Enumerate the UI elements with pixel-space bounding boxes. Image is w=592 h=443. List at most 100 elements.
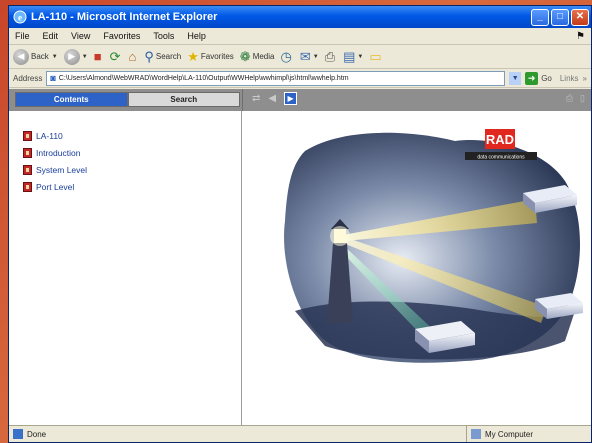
menu-tools[interactable]: Tools (153, 31, 174, 41)
mail-button[interactable]: ✉ ▼ (300, 49, 319, 65)
home-button[interactable]: ⌂ (128, 49, 138, 64)
show-navigation-icon[interactable]: ⇄ (252, 93, 260, 104)
refresh-button[interactable]: ⟳ (110, 49, 123, 65)
print-topic-icon[interactable]: ⎙ (566, 93, 573, 104)
help-nav: ⇄ ◀ ▶ (252, 92, 305, 105)
status-text: Done (27, 429, 47, 439)
address-url: C:\Users\Almond\WebWRAD\WordHelp\LA-110\… (58, 74, 349, 82)
window-title: LA-110 - Microsoft Internet Explorer (31, 11, 218, 23)
links-label[interactable]: Links (560, 74, 579, 83)
next-topic-icon[interactable]: ▶ (284, 92, 298, 105)
history-icon: ◷ (280, 48, 292, 64)
browser-content: Contents Search ⇄ ◀ ▶ ⎙ ▯ LA-110 Introdu… (9, 89, 591, 425)
ie-app-icon: e (13, 10, 27, 24)
rad-logo: RAD (486, 132, 514, 147)
edit-dropdown-icon[interactable]: ▼ (357, 54, 363, 60)
windows-flag-icon: ⚑ (576, 30, 585, 42)
back-label: Back (31, 52, 49, 61)
previous-topic-icon[interactable]: ◀ (268, 93, 276, 104)
address-bar: Address ◙ C:\Users\Almond\WebWRAD\WordHe… (9, 69, 591, 88)
address-input[interactable]: ◙ C:\Users\Almond\WebWRAD\WordHelp\LA-11… (46, 70, 506, 86)
help-tabs: Contents Search (15, 92, 240, 107)
status-zone: My Computer (466, 426, 591, 442)
folder-button[interactable]: ▭ (369, 49, 383, 65)
rad-tagline: data communications (477, 155, 525, 161)
edit-button[interactable]: ▤ ▼ (343, 49, 363, 65)
status-done: Done (9, 429, 466, 439)
stop-button[interactable]: ■ (94, 49, 104, 64)
go-button[interactable]: ➜ Go (525, 71, 552, 85)
close-button[interactable]: ✕ (571, 8, 589, 26)
book-icon (23, 181, 32, 192)
home-icon: ⌂ (128, 49, 137, 64)
pane-divider[interactable] (242, 89, 243, 111)
contents-pane: LA-110 Introduction System Level Port Le… (9, 111, 242, 425)
media-button[interactable]: ❁ Media (240, 49, 275, 65)
toc-item-port-level[interactable]: Port Level (23, 178, 241, 195)
favorites-button[interactable]: ★ Favorites (187, 49, 234, 65)
toc-label: Introduction (36, 147, 81, 158)
address-dropdown-icon[interactable]: ▼ (509, 71, 522, 85)
media-label: Media (252, 52, 275, 61)
book-icon (23, 147, 32, 158)
stop-icon: ■ (93, 49, 102, 64)
lighthouse-illustration: RAD data communications (284, 129, 583, 363)
standard-toolbar: ◀ Back ▼ ▶ ▼ ■ ⟳ ⌂ ⚲ Search ★ Favorites … (9, 45, 591, 69)
mail-dropdown-icon[interactable]: ▼ (313, 54, 319, 60)
toc-item-system-level[interactable]: System Level (23, 161, 241, 178)
zone-text: My Computer (485, 429, 534, 439)
back-dropdown-icon[interactable]: ▼ (52, 54, 58, 60)
go-label: Go (541, 73, 552, 83)
menu-favorites[interactable]: Favorites (103, 31, 140, 41)
toc-item-la-110[interactable]: LA-110 (23, 127, 241, 144)
maximize-button[interactable]: □ (551, 8, 569, 26)
ie-window: e LA-110 - Microsoft Internet Explorer _… (8, 5, 592, 443)
favorites-label: Favorites (200, 52, 234, 61)
star-icon: ★ (187, 48, 199, 64)
tab-contents[interactable]: Contents (15, 92, 128, 107)
refresh-icon: ⟳ (109, 48, 121, 64)
help-toolbar: Contents Search ⇄ ◀ ▶ ⎙ ▯ (9, 89, 591, 111)
media-icon: ❁ (239, 48, 251, 64)
menu-view[interactable]: View (71, 31, 90, 41)
menu-edit[interactable]: Edit (43, 31, 59, 41)
status-bar: Done My Computer (9, 425, 591, 442)
lamp-glow (330, 226, 350, 246)
help-right-buttons: ⎙ ▯ (559, 93, 585, 104)
printer-icon: ⎙ (324, 48, 336, 64)
toc-label: Port Level (36, 181, 75, 192)
folder-icon: ▭ (369, 48, 382, 64)
title-bar[interactable]: e LA-110 - Microsoft Internet Explorer _… (9, 6, 591, 28)
menu-help[interactable]: Help (187, 31, 206, 41)
minimize-button[interactable]: _ (531, 8, 549, 26)
back-button[interactable]: ◀ Back ▼ (13, 48, 58, 65)
print-button[interactable]: ⎙ (325, 49, 337, 65)
mail-icon: ✉ (299, 48, 311, 64)
computer-icon (471, 429, 481, 439)
links-chevron-icon[interactable]: » (583, 74, 587, 83)
search-icon: ⚲ (144, 48, 154, 64)
book-icon (23, 164, 32, 175)
email-topic-icon[interactable]: ▯ (580, 93, 585, 104)
book-icon (23, 130, 32, 141)
toc-item-introduction[interactable]: Introduction (23, 144, 241, 161)
search-button[interactable]: ⚲ Search (144, 49, 181, 65)
menu-bar: File Edit View Favorites Tools Help ⚑ (9, 28, 591, 45)
forward-dropdown-icon[interactable]: ▼ (82, 54, 88, 60)
menu-file[interactable]: File (15, 31, 30, 41)
search-label: Search (155, 52, 182, 61)
forward-button[interactable]: ▶ ▼ (63, 48, 88, 65)
go-arrow-icon: ➜ (525, 71, 539, 85)
svg-text:e: e (18, 13, 22, 23)
forward-arrow-icon: ▶ (63, 48, 80, 65)
back-arrow-icon: ◀ (13, 48, 29, 65)
edit-page-icon: ▤ (343, 48, 356, 64)
page-done-icon (13, 429, 23, 439)
tab-search[interactable]: Search (127, 92, 240, 107)
topic-pane: RAD data communications (243, 111, 591, 425)
toc-list: LA-110 Introduction System Level Port Le… (9, 111, 241, 195)
toc-label: LA-110 (36, 130, 63, 141)
history-button[interactable]: ◷ (280, 49, 293, 65)
page-icon: ◙ (50, 73, 56, 83)
toc-label: System Level (36, 164, 88, 175)
